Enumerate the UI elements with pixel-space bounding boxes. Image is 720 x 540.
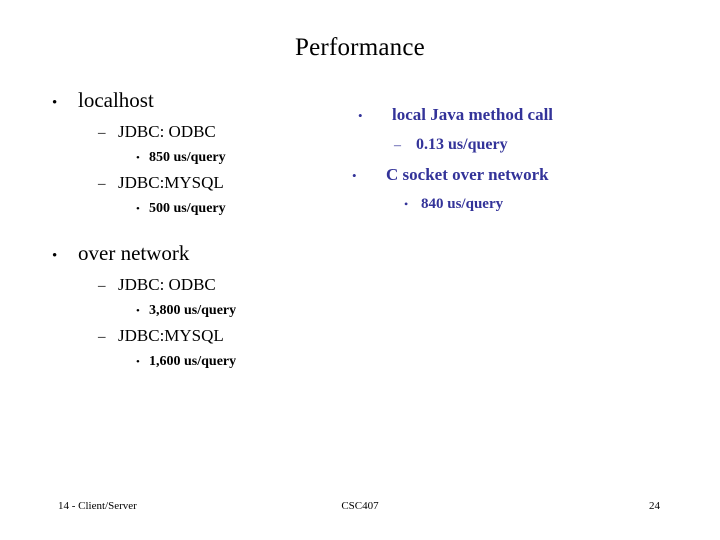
round-bullet-icon: • <box>352 168 357 183</box>
list-item-localhost: • localhost <box>52 86 352 117</box>
list-item-c-socket-over-network-value: • 840 us/query <box>404 190 658 219</box>
list-item-jdbc-mysql-local: – JDBC:MYSQL <box>98 170 352 197</box>
metric-value: 840 us/query <box>421 196 504 212</box>
metric-value: 1,600 us/query <box>149 354 237 369</box>
list-item-label: JDBC: ODBC <box>118 275 216 294</box>
dash-bullet-icon: – <box>394 138 401 153</box>
slide-footer: 14 - Client/Server CSC407 24 <box>0 496 720 516</box>
list-item-jdbc-mysql-network-value: • 1,600 us/query <box>136 350 352 374</box>
footer-page-number: 24 <box>649 500 660 512</box>
metric-value: 500 us/query <box>149 201 226 216</box>
right-content-column: • local Java method call – 0.13 us/query… <box>352 100 658 219</box>
dash-bullet-icon: – <box>98 278 106 294</box>
list-item-label: over network <box>78 241 190 265</box>
round-bullet-icon: • <box>52 248 58 264</box>
dash-bullet-icon: – <box>98 176 106 192</box>
left-content-column: • localhost – JDBC: ODBC • 850 us/query … <box>52 86 352 374</box>
list-item-label: C socket over network <box>386 165 549 184</box>
round-bullet-icon: • <box>358 108 363 123</box>
slide: Performance • localhost – JDBC: ODBC • 8… <box>0 0 720 540</box>
list-item-local-java-method-call-value: – 0.13 us/query <box>394 130 658 160</box>
list-item-label: localhost <box>78 88 154 112</box>
page-title: Performance <box>295 34 425 61</box>
list-item-c-socket-over-network: • C socket over network <box>352 160 658 190</box>
round-bullet-icon: • <box>136 203 140 215</box>
round-bullet-icon: • <box>136 152 140 164</box>
footer-center-text: CSC407 <box>341 500 379 512</box>
list-item-label: JDBC: ODBC <box>118 122 216 141</box>
dash-bullet-icon: – <box>98 329 106 345</box>
round-bullet-icon: • <box>136 305 140 317</box>
list-item-label: JDBC:MYSQL <box>118 173 224 192</box>
round-bullet-icon: • <box>404 197 409 211</box>
list-item-label: JDBC:MYSQL <box>118 326 224 345</box>
metric-value: 3,800 us/query <box>149 303 237 318</box>
list-item-jdbc-odbc-network: – JDBC: ODBC <box>98 272 352 299</box>
list-item-label: local Java method call <box>392 105 554 124</box>
round-bullet-icon: • <box>136 356 140 368</box>
list-item-jdbc-mysql-local-value: • 500 us/query <box>136 197 352 221</box>
list-item-jdbc-odbc-local-value: • 850 us/query <box>136 146 352 170</box>
metric-value: 850 us/query <box>149 150 226 165</box>
dash-bullet-icon: – <box>98 125 106 141</box>
round-bullet-icon: • <box>52 95 58 111</box>
list-item-over-network: • over network <box>52 239 352 270</box>
list-item-jdbc-mysql-network: – JDBC:MYSQL <box>98 323 352 350</box>
list-item-jdbc-odbc-network-value: • 3,800 us/query <box>136 299 352 323</box>
list-item-jdbc-odbc-local: – JDBC: ODBC <box>98 119 352 146</box>
metric-value: 0.13 us/query <box>416 136 508 153</box>
list-item-local-java-method-call: • local Java method call <box>358 100 658 130</box>
